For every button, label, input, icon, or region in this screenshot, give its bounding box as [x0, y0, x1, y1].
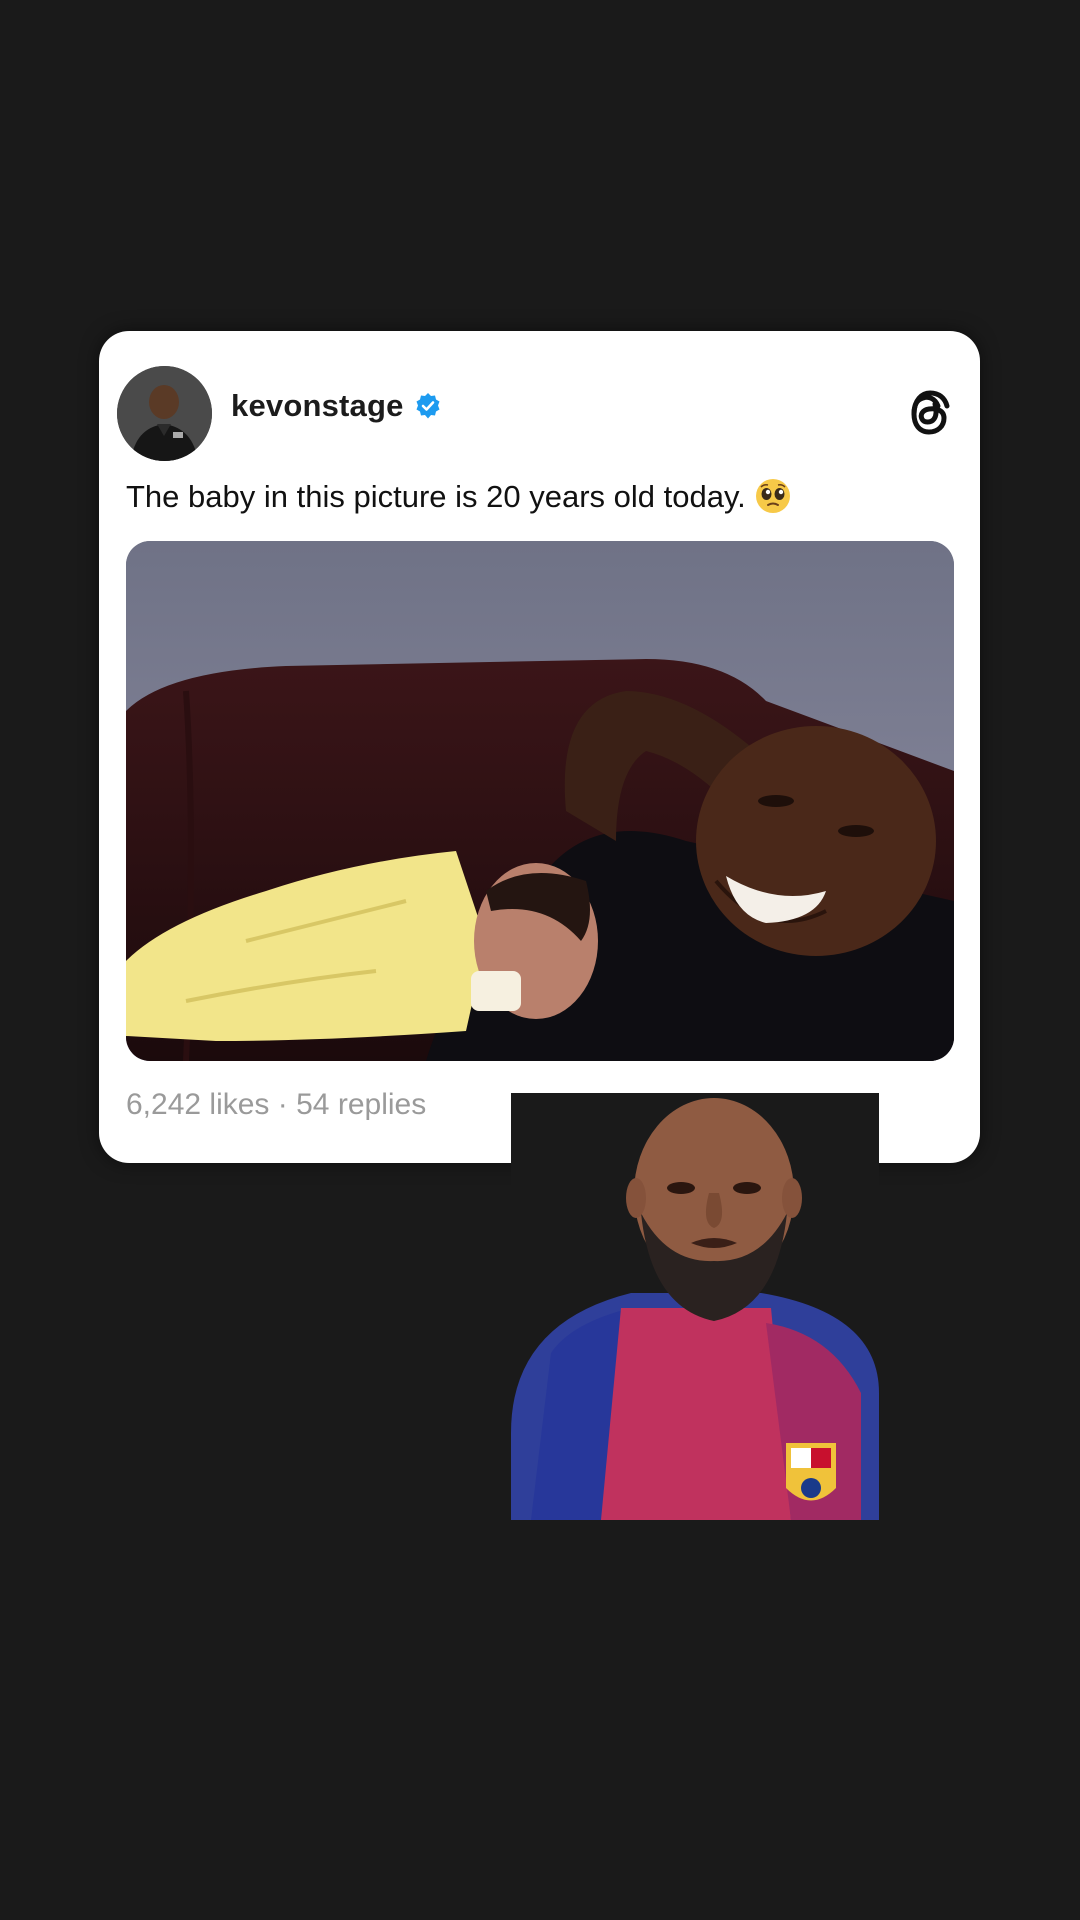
post-photo[interactable]	[126, 541, 954, 1061]
likes-count[interactable]: 6,242 likes	[126, 1088, 269, 1121]
username[interactable]: kevonstage	[231, 388, 404, 424]
threads-post-card[interactable]: kevonstage The baby in this picture is 2…	[99, 331, 980, 1163]
avatar-image	[117, 366, 212, 461]
post-stats: 6,242 likes · 54 replies	[126, 1088, 426, 1122]
verified-badge-icon	[414, 392, 442, 420]
creator-video-overlay	[511, 1093, 879, 1520]
post-text: The baby in this picture is 20 years old…	[126, 477, 792, 515]
threads-logo-icon[interactable]	[902, 386, 954, 442]
avatar[interactable]	[117, 366, 212, 461]
father-and-baby-photo	[126, 541, 954, 1061]
username-row: kevonstage	[231, 383, 442, 429]
pleading-face-emoji	[754, 477, 792, 515]
replies-count[interactable]: 54 replies	[296, 1088, 426, 1121]
screen: kevonstage The baby in this picture is 2…	[0, 0, 1080, 1920]
creator-camera-video	[511, 1093, 879, 1520]
post-body: The baby in this picture is 20 years old…	[126, 479, 746, 514]
stats-separator: ·	[277, 1088, 288, 1121]
